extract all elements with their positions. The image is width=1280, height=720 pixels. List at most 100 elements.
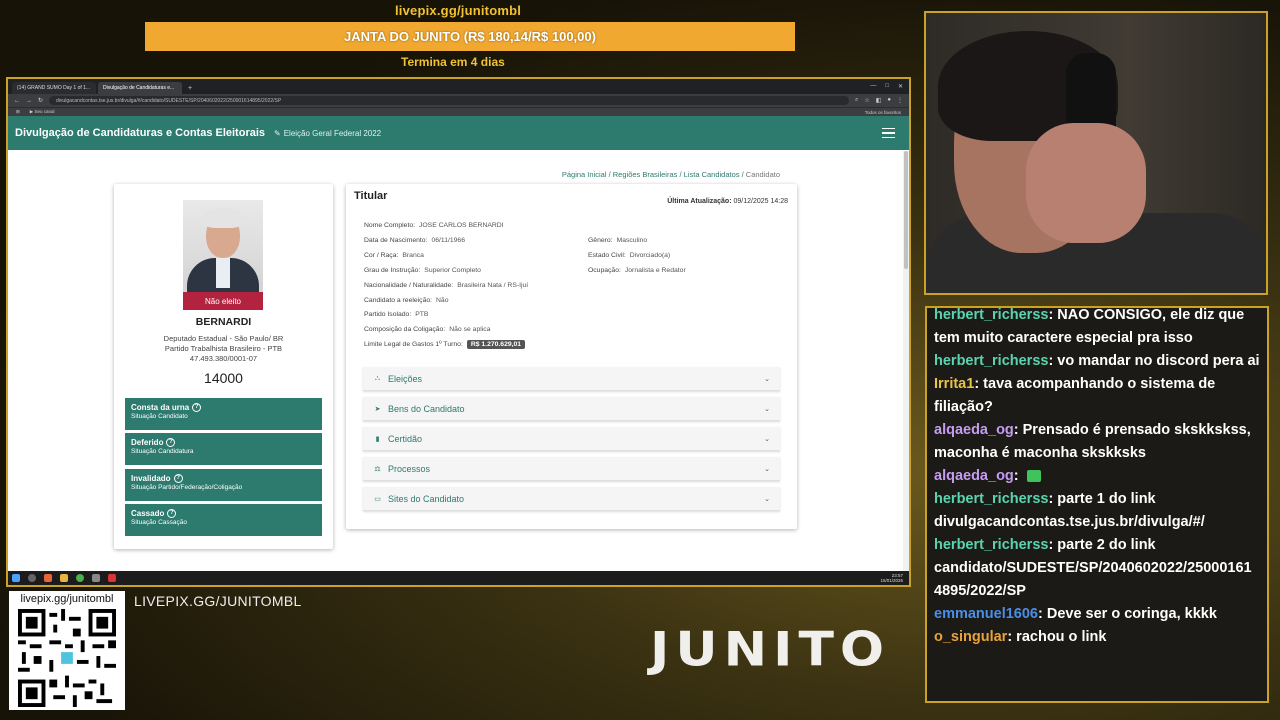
chevron-down-icon: ⌄ bbox=[764, 495, 770, 503]
tab-divulgacand[interactable]: Divulgação de Candidaturas e... bbox=[98, 82, 182, 94]
status-title: Consta da urna bbox=[131, 403, 190, 412]
scale-icon: ⚖ bbox=[374, 465, 381, 473]
status-title: Deferido bbox=[131, 438, 164, 447]
tab-youtube[interactable]: (14) GRAND SUMO Day 1 of 1... bbox=[12, 82, 96, 94]
updated-value: 09/12/2025 14:28 bbox=[733, 198, 789, 205]
accordion-label: Sites do Candidato bbox=[388, 493, 465, 504]
livepix-url: livepix.gg/junitombl bbox=[395, 3, 522, 18]
accordion-processos[interactable]: ⚖ Processos ⌄ bbox=[363, 457, 780, 481]
field-estado-civil: Estado Civil: Divorciado(a) bbox=[588, 252, 671, 259]
field-coligacao: Composição da Coligação: Não se aplica bbox=[364, 326, 491, 333]
all-bookmarks[interactable]: Todos os favoritos bbox=[865, 110, 901, 115]
livepix-banner: LIVEPIX.GG/JUNITOMBL bbox=[134, 593, 302, 609]
election-label: Eleição Geral Federal 2022 bbox=[283, 128, 382, 138]
details-title: Titular bbox=[354, 190, 388, 202]
chat-message: alqaeda_og: bbox=[934, 465, 1263, 488]
status-box-deferido: Deferido? Situação Candidatura bbox=[125, 433, 322, 465]
apps-icon[interactable]: ⊞ bbox=[16, 109, 20, 115]
crumb-current: Candidato bbox=[745, 170, 780, 179]
firefox-icon[interactable] bbox=[44, 574, 52, 582]
bookmarks-bar: ⊞ ▶ Seu canal Todos os favoritos bbox=[8, 107, 909, 116]
bookmark-seu-canal[interactable]: ▶ Seu canal bbox=[30, 109, 55, 115]
accordion-bens[interactable]: ➤ Bens do Candidato ⌄ bbox=[363, 397, 780, 421]
bookmark-label: Seu canal bbox=[34, 109, 55, 114]
accordion-eleicoes[interactable]: ⛬ Eleições ⌄ bbox=[363, 367, 780, 391]
chat-message: Irrita1: tava acompanhando o sistema de … bbox=[934, 373, 1263, 419]
status-box-invalidado: Invalidado? Situação Partido/Federação/C… bbox=[125, 469, 322, 501]
chat-username[interactable]: o_singular bbox=[934, 629, 1007, 645]
crumb-list[interactable]: Lista Candidatos bbox=[684, 170, 740, 179]
chevron-down-icon: ⌄ bbox=[764, 405, 770, 413]
field-nacionalidade: Nacionalidade / Naturalidade: Brasileira … bbox=[364, 282, 529, 289]
crumb-regions[interactable]: Regiões Brasileiras bbox=[613, 170, 678, 179]
field-ocupacao: Ocupação: Jornalista e Redator bbox=[588, 267, 686, 274]
help-icon[interactable]: ? bbox=[192, 403, 202, 412]
accordion-certidao[interactable]: ▮ Certidão ⌄ bbox=[363, 427, 780, 451]
back-icon[interactable]: ← bbox=[14, 98, 20, 104]
field-grau: Grau de Instrução: Superior Completo bbox=[364, 267, 481, 274]
chat-username[interactable]: emmanuel1606 bbox=[934, 606, 1038, 622]
help-icon[interactable]: ? bbox=[166, 438, 176, 447]
folder-icon[interactable] bbox=[60, 574, 68, 582]
chat-text: : Deve ser o coringa, kkkk bbox=[1037, 606, 1217, 622]
candidate-number: 14000 bbox=[204, 370, 243, 386]
chat-username[interactable]: herbert_richerss bbox=[934, 353, 1048, 369]
app-title[interactable]: Divulgação de Candidaturas e Contas Elei… bbox=[15, 127, 265, 139]
chat-username[interactable]: alqaeda_og bbox=[934, 422, 1014, 438]
windows-taskbar: 23:57 15/01/2026 bbox=[8, 571, 909, 585]
chat-username[interactable]: alqaeda_og bbox=[934, 468, 1014, 484]
maximize-icon[interactable]: □ bbox=[885, 83, 889, 90]
start-icon[interactable] bbox=[12, 574, 20, 582]
chat-username[interactable]: Irrita1 bbox=[934, 376, 974, 392]
emote-icon bbox=[1026, 470, 1041, 483]
minimize-icon[interactable]: — bbox=[870, 83, 876, 90]
candidate-name: BERNARDI bbox=[195, 316, 252, 328]
taskbar-clock: 23:57 15/01/2026 bbox=[880, 573, 905, 583]
chevron-down-icon: ⌄ bbox=[764, 435, 770, 443]
chat-username[interactable]: herbert_richerss bbox=[934, 537, 1048, 553]
reload-icon[interactable]: ↻ bbox=[38, 97, 43, 104]
chat-text: : vo mandar no discord pera ai bbox=[1048, 353, 1260, 369]
hamburger-menu-icon[interactable] bbox=[882, 127, 895, 139]
chevron-down-icon: ⌄ bbox=[764, 465, 770, 473]
chat-message: herbert_richerss: vo mandar no discord p… bbox=[934, 350, 1263, 373]
url-field[interactable]: divulgacandcontas.tse.jus.br/divulga/#/c… bbox=[49, 96, 849, 105]
star-icon[interactable]: ☆ bbox=[864, 97, 869, 104]
window-controls: — □ ✕ bbox=[864, 83, 909, 94]
chat-message: herbert_richerss: parte 1 do link divulg… bbox=[934, 488, 1263, 534]
channel-logo: JUNITO bbox=[650, 623, 891, 677]
help-icon[interactable]: ? bbox=[173, 474, 183, 483]
chat-username[interactable]: herbert_richerss bbox=[934, 491, 1048, 507]
app-icon[interactable] bbox=[108, 574, 116, 582]
forward-icon[interactable]: → bbox=[26, 98, 32, 104]
page-content: Página Inicial / Regiões Brasileiras / L… bbox=[8, 151, 903, 585]
status-subtitle: Situação Cassação bbox=[131, 519, 188, 526]
details-card: Titular Última Atualização: 09/12/2025 1… bbox=[346, 184, 797, 529]
qr-code bbox=[18, 609, 116, 707]
clock-date: 15/01/2026 bbox=[880, 578, 903, 583]
chevron-down-icon: ⌄ bbox=[764, 375, 770, 383]
field-partido: Partido Isolado: PTB bbox=[364, 311, 429, 318]
accordion-label: Processos bbox=[388, 463, 431, 474]
close-icon[interactable]: ✕ bbox=[898, 83, 903, 90]
new-tab-icon[interactable]: + bbox=[184, 83, 196, 94]
accordion-sites[interactable]: ▭ Sites do Candidato ⌄ bbox=[363, 487, 780, 511]
help-icon[interactable]: ? bbox=[167, 509, 177, 518]
edit-icon: ✎ bbox=[274, 128, 281, 138]
browser-window: (14) GRAND SUMO Day 1 of 1... Divulgação… bbox=[8, 79, 909, 585]
obs-icon[interactable] bbox=[92, 574, 100, 582]
chat-username[interactable]: herbert_richerss bbox=[934, 308, 1048, 323]
qr-label: livepix.gg/junitombl bbox=[20, 593, 114, 605]
extensions-icon[interactable]: ◧ bbox=[876, 97, 882, 104]
search-icon[interactable]: ⌕ bbox=[855, 97, 858, 104]
crumb-home[interactable]: Página Inicial bbox=[562, 170, 607, 179]
election-selector[interactable]: ✎ Eleição Geral Federal 2022 bbox=[274, 129, 381, 138]
chat-message: o_singular: rachou o link bbox=[934, 626, 1263, 649]
field-limite: Limite Legal de Gastos 1º Turno: R$ 1.270… bbox=[364, 340, 526, 349]
profile-icon[interactable]: ● bbox=[887, 97, 891, 104]
menu-icon[interactable]: ⋮ bbox=[897, 97, 903, 104]
field-reeleicao: Candidato a reeleição: Não bbox=[364, 297, 449, 304]
chrome-icon[interactable] bbox=[76, 574, 84, 582]
search-icon[interactable] bbox=[28, 574, 36, 582]
page-scrollbar[interactable] bbox=[903, 151, 909, 585]
